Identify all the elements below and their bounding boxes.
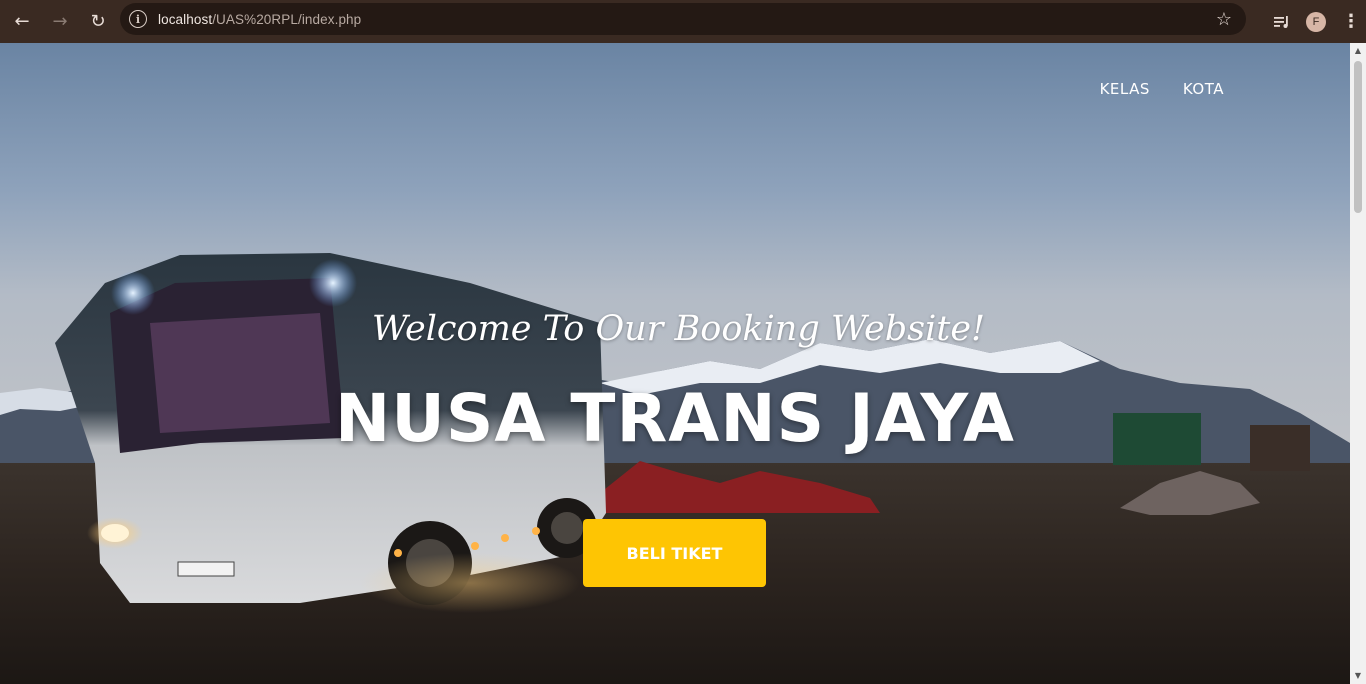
profile-avatar[interactable]: F — [1306, 11, 1326, 32]
beli-tiket-button[interactable]: BELI TIKET — [583, 519, 766, 587]
nav-link-kota[interactable]: KOTA — [1183, 80, 1224, 98]
url-host: localhost — [158, 11, 213, 27]
back-icon[interactable]: ← — [4, 4, 40, 40]
scroll-down-arrow-icon[interactable]: ▼ — [1350, 668, 1366, 684]
scrollbar-thumb[interactable] — [1354, 61, 1362, 213]
reload-icon[interactable]: ↻ — [80, 4, 116, 40]
site-nav: KELAS KOTA — [1100, 80, 1224, 98]
address-bar[interactable]: i localhost/UAS%20RPL/index.php ☆ — [120, 3, 1246, 35]
media-control-icon[interactable] — [1264, 4, 1300, 40]
nav-link-kelas[interactable]: KELAS — [1100, 80, 1150, 98]
hero-section: KELAS KOTA Welcome To Our Booking Websit… — [0, 43, 1350, 684]
url-text[interactable]: localhost/UAS%20RPL/index.php — [158, 12, 361, 27]
scroll-up-arrow-icon[interactable]: ▲ — [1350, 43, 1366, 59]
hero-subtitle: Welcome To Our Booking Website! — [371, 309, 986, 349]
forward-icon[interactable]: → — [42, 4, 78, 40]
browser-toolbar: ← → ↻ i localhost/UAS%20RPL/index.php ☆ … — [0, 0, 1366, 43]
bookmark-star-icon[interactable]: ☆ — [1216, 9, 1232, 30]
site-info-icon[interactable]: i — [129, 10, 147, 28]
hero-background-image — [0, 43, 1350, 684]
hero-title: NUSA TRANS JAYA — [335, 380, 1015, 457]
toolbar-right: F ⋮ — [1264, 0, 1366, 43]
page-scrollbar[interactable]: ▲ ▼ — [1350, 43, 1366, 684]
url-path: /UAS%20RPL/index.php — [212, 11, 362, 27]
browser-menu-icon[interactable]: ⋮ — [1336, 11, 1366, 32]
